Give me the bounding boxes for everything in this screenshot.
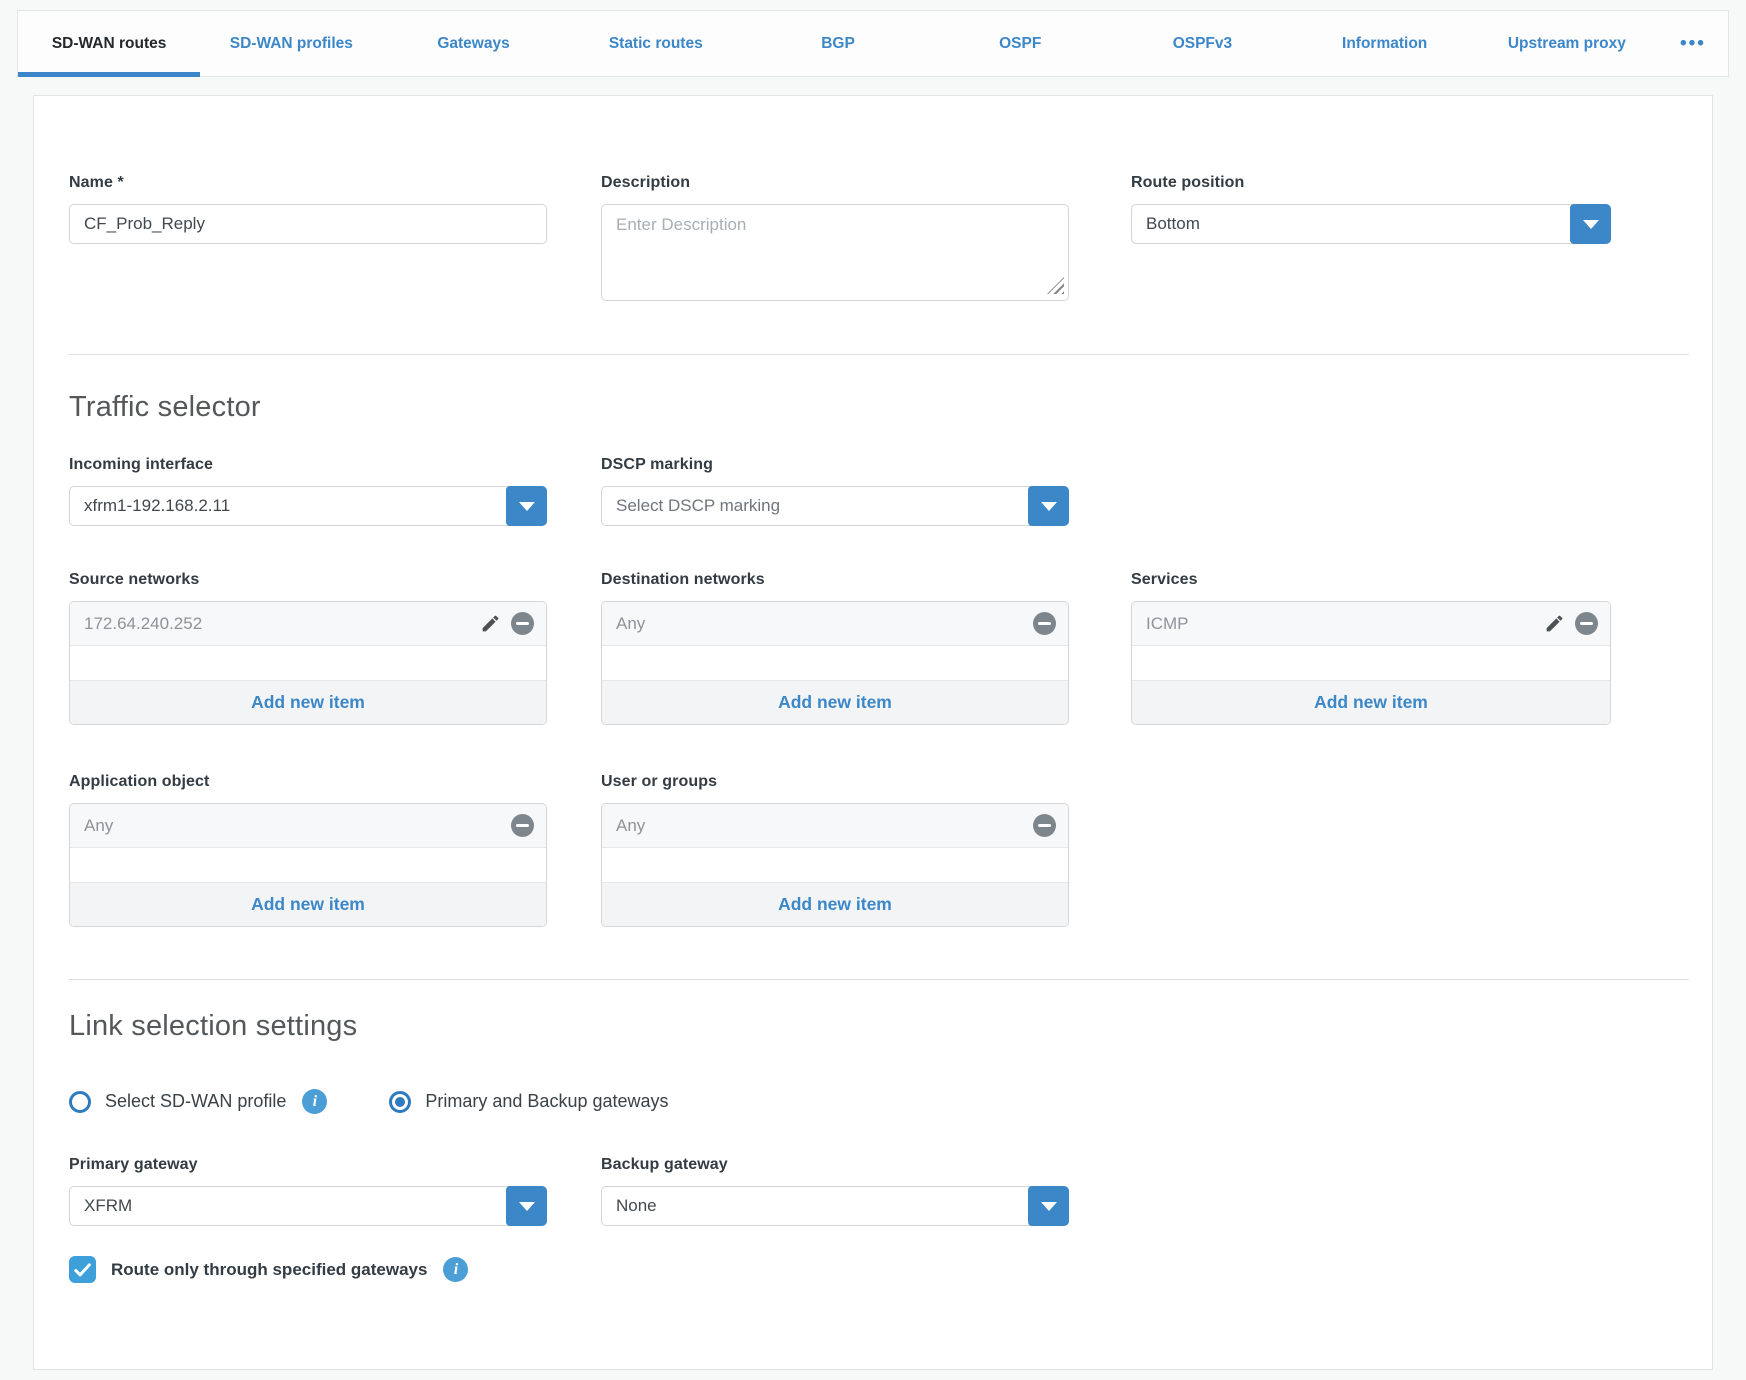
backup-gateway-dropdown[interactable]: None (601, 1186, 1069, 1226)
radio-label: Primary and Backup gateways (425, 1091, 668, 1112)
tab-sdwan-profiles[interactable]: SD-WAN profiles (200, 11, 382, 76)
add-new-item-button[interactable]: Add new item (602, 882, 1068, 926)
remove-minus-icon[interactable] (1575, 612, 1598, 635)
tab-static-routes[interactable]: Static routes (565, 11, 747, 76)
remove-minus-icon[interactable] (511, 814, 534, 837)
list-empty-space (602, 848, 1068, 882)
chevron-down-icon[interactable] (506, 1186, 547, 1226)
route-position-value: Bottom (1146, 214, 1200, 234)
list-empty-space (70, 646, 546, 680)
chevron-down-icon[interactable] (1570, 204, 1611, 244)
edit-pencil-icon[interactable] (480, 613, 501, 634)
backup-gateway-value: None (616, 1196, 657, 1216)
services-label: Services (1131, 571, 1611, 589)
source-networks-label: Source networks (69, 571, 547, 589)
source-networks-list: 172.64.240.252 Add new item (69, 601, 547, 725)
list-item-text: Any (616, 614, 645, 634)
destination-networks-label: Destination networks (601, 571, 1069, 589)
radio-primary-backup-gateways[interactable]: Primary and Backup gateways (389, 1091, 668, 1113)
info-icon[interactable]: i (302, 1089, 327, 1114)
section-divider (69, 979, 1689, 980)
tab-bar: SD-WAN routes SD-WAN profiles Gateways S… (17, 10, 1729, 77)
route-only-checkbox[interactable] (69, 1256, 96, 1283)
chevron-down-icon[interactable] (1028, 1186, 1069, 1226)
list-item: 172.64.240.252 (70, 602, 546, 646)
application-object-list: Any Add new item (69, 803, 547, 927)
add-new-item-button[interactable]: Add new item (70, 680, 546, 724)
list-empty-space (1132, 646, 1610, 680)
section-divider (69, 354, 1689, 355)
list-empty-space (70, 848, 546, 882)
traffic-selector-heading: Traffic selector (69, 391, 1712, 424)
remove-minus-icon[interactable] (511, 612, 534, 635)
list-empty-space (602, 646, 1068, 680)
list-item: Any (70, 804, 546, 848)
remove-minus-icon[interactable] (1033, 612, 1056, 635)
checkmark-icon (74, 1263, 91, 1277)
radio-select-sdwan-profile[interactable]: Select SD-WAN profile i (69, 1089, 327, 1114)
list-item-text: ICMP (1146, 614, 1189, 634)
radio-unselected-icon[interactable] (69, 1091, 91, 1113)
description-label: Description (601, 174, 1069, 192)
application-object-label: Application object (69, 773, 547, 791)
chevron-down-icon[interactable] (1028, 486, 1069, 526)
list-item-text: Any (84, 816, 113, 836)
tab-upstream-proxy[interactable]: Upstream proxy (1476, 11, 1658, 76)
list-item-text: 172.64.240.252 (84, 614, 202, 634)
list-item: Any (602, 602, 1068, 646)
radio-label: Select SD-WAN profile (105, 1091, 286, 1112)
backup-gateway-label: Backup gateway (601, 1156, 1069, 1174)
incoming-interface-label: Incoming interface (69, 456, 547, 474)
primary-gateway-label: Primary gateway (69, 1156, 547, 1174)
sdwan-route-form-card: Name * Description Route position Bottom… (33, 95, 1713, 1370)
description-textarea[interactable] (601, 204, 1069, 301)
list-item: Any (602, 804, 1068, 848)
tab-gateways[interactable]: Gateways (382, 11, 564, 76)
dscp-marking-placeholder: Select DSCP marking (616, 496, 780, 516)
radio-selected-icon[interactable] (389, 1091, 411, 1113)
route-position-dropdown[interactable]: Bottom (1131, 204, 1611, 244)
list-item: ICMP (1132, 602, 1610, 646)
add-new-item-button[interactable]: Add new item (602, 680, 1068, 724)
name-input[interactable] (69, 204, 547, 244)
remove-minus-icon[interactable] (1033, 814, 1056, 837)
services-list: ICMP Add new item (1131, 601, 1611, 725)
user-or-groups-label: User or groups (601, 773, 1069, 791)
dscp-marking-label: DSCP marking (601, 456, 1069, 474)
list-item-text: Any (616, 816, 645, 836)
tab-ospf[interactable]: OSPF (929, 11, 1111, 76)
tab-overflow-ellipsis-icon[interactable]: ••• (1658, 11, 1728, 76)
tab-information[interactable]: Information (1294, 11, 1476, 76)
destination-networks-list: Any Add new item (601, 601, 1069, 725)
add-new-item-button[interactable]: Add new item (70, 882, 546, 926)
edit-pencil-icon[interactable] (1544, 613, 1565, 634)
user-or-groups-list: Any Add new item (601, 803, 1069, 927)
chevron-down-icon[interactable] (506, 486, 547, 526)
info-icon[interactable]: i (443, 1257, 468, 1282)
incoming-interface-value: xfrm1-192.168.2.11 (84, 496, 230, 516)
route-only-label: Route only through specified gateways (111, 1260, 427, 1280)
primary-gateway-value: XFRM (84, 1196, 132, 1216)
incoming-interface-dropdown[interactable]: xfrm1-192.168.2.11 (69, 486, 547, 526)
dscp-marking-dropdown[interactable]: Select DSCP marking (601, 486, 1069, 526)
add-new-item-button[interactable]: Add new item (1132, 680, 1610, 724)
link-selection-heading: Link selection settings (69, 1010, 1712, 1043)
primary-gateway-dropdown[interactable]: XFRM (69, 1186, 547, 1226)
tab-bgp[interactable]: BGP (747, 11, 929, 76)
route-position-label: Route position (1131, 174, 1611, 192)
tab-sdwan-routes[interactable]: SD-WAN routes (18, 11, 200, 76)
name-label: Name * (69, 174, 547, 192)
tab-ospfv3[interactable]: OSPFv3 (1111, 11, 1293, 76)
